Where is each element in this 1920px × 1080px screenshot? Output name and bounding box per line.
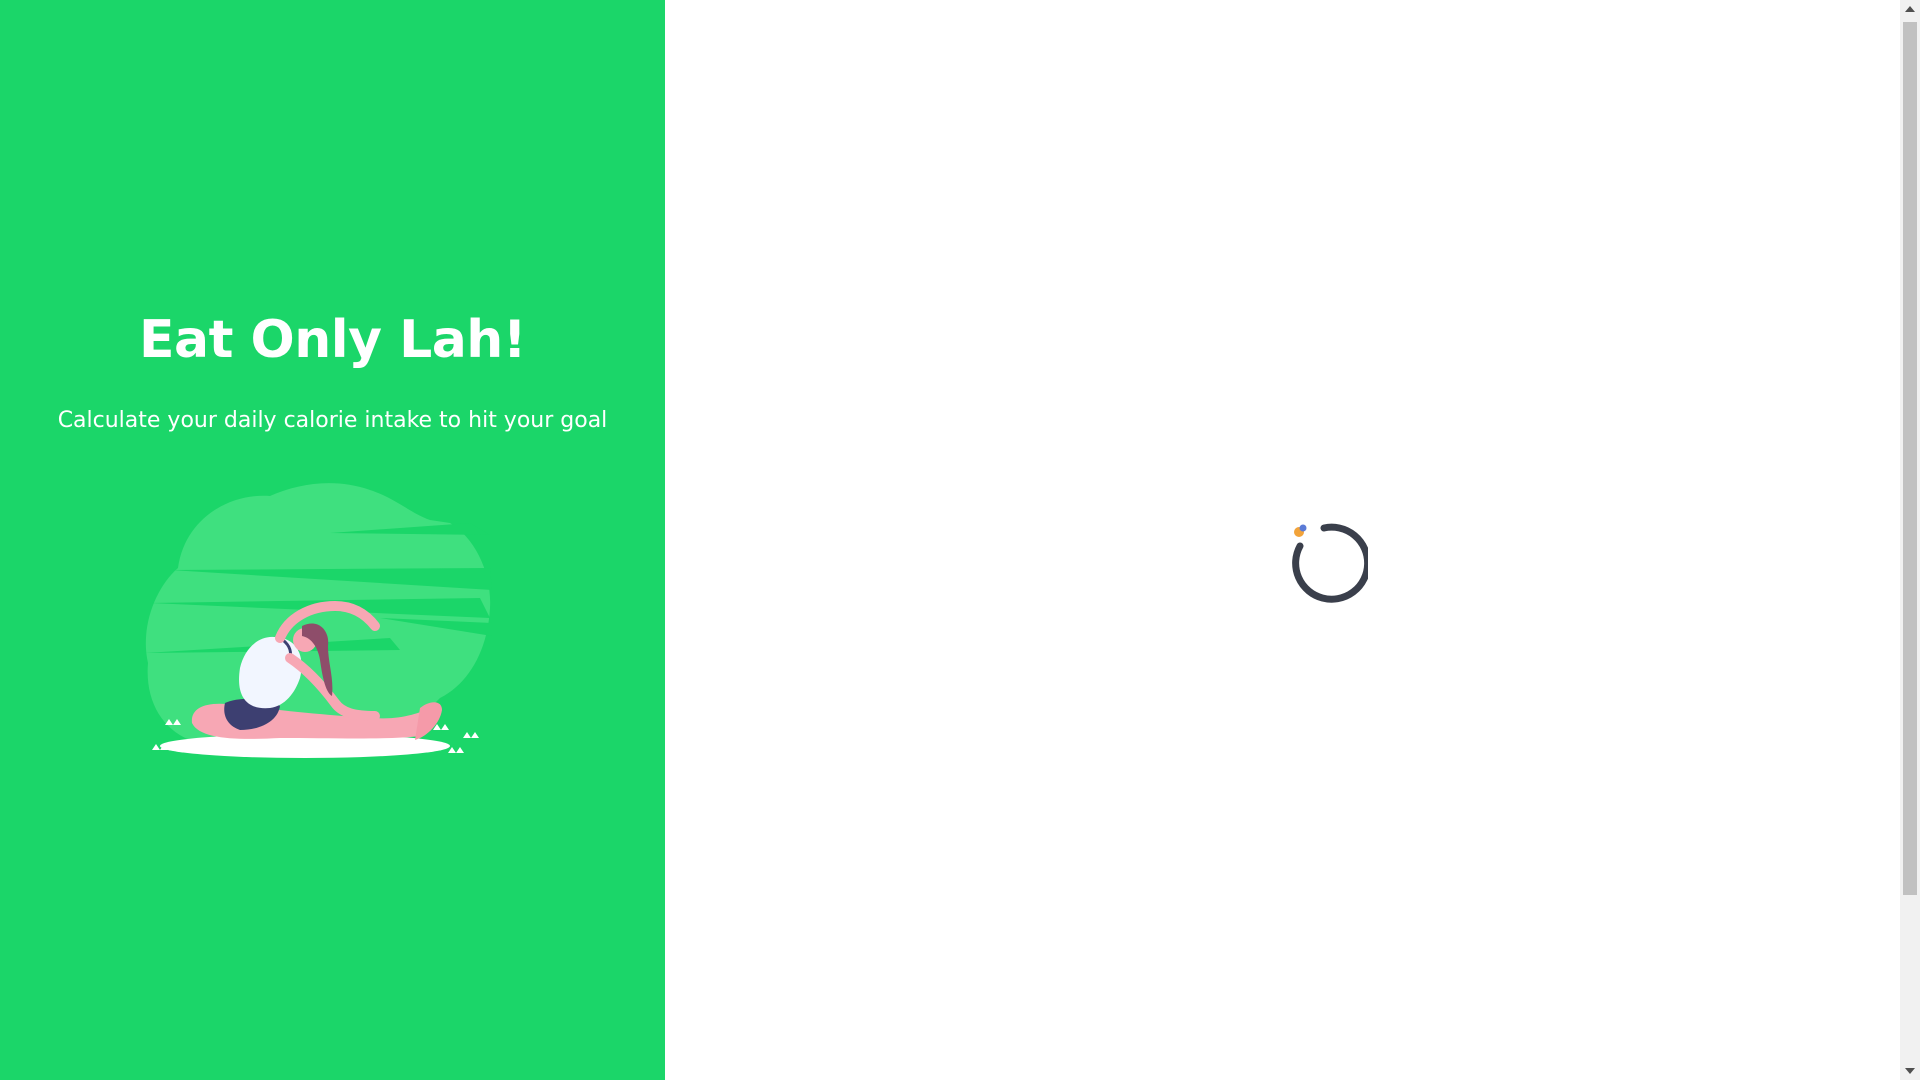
spinner-ring <box>1292 523 1368 603</box>
loading-spinner-icon <box>1292 523 1368 603</box>
vertical-scrollbar[interactable] <box>1900 0 1920 1080</box>
spinner-accent-dot <box>1299 524 1307 532</box>
page: Eat Only Lah! Calculate your daily calor… <box>0 0 1920 1080</box>
hero-panel: Eat Only Lah! Calculate your daily calor… <box>0 0 665 1080</box>
hero-title: Eat Only Lah! <box>138 310 527 370</box>
chevron-up-icon[interactable] <box>1900 0 1920 18</box>
chevron-down-icon[interactable] <box>1900 1062 1920 1080</box>
yoga-illustration <box>145 483 492 758</box>
hero-subtitle: Calculate your daily calorie intake to h… <box>57 408 608 433</box>
scrollbar-thumb[interactable] <box>1903 22 1917 895</box>
